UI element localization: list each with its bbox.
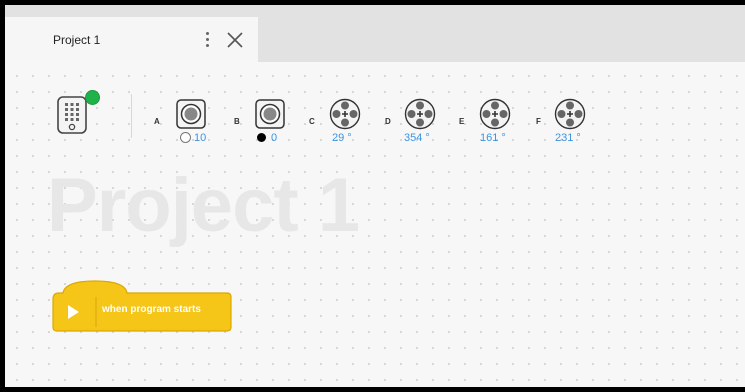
port-e-value: 161 °: [480, 132, 506, 144]
port-f-value: 231 °: [555, 132, 581, 144]
port-c-letter: C: [309, 117, 315, 126]
color-sensor-icon[interactable]: [255, 99, 285, 134]
hub-connected-indicator: [85, 90, 100, 105]
motor-icon[interactable]: [554, 98, 586, 135]
port-e-letter: E: [459, 117, 465, 126]
port-a-value: 10: [194, 132, 207, 144]
port-d-letter: D: [385, 117, 391, 126]
tab-label: Project 1: [53, 33, 101, 47]
port-d-value: 354 °: [404, 132, 430, 144]
block-label: when program starts: [102, 304, 201, 315]
color-indicator-black: [257, 133, 266, 142]
tab-bar: Project 1: [5, 5, 745, 62]
port-c-value: 29 °: [332, 132, 352, 144]
close-icon[interactable]: [225, 30, 245, 50]
motor-icon[interactable]: [479, 98, 511, 135]
divider: [131, 94, 132, 138]
project-watermark: Project 1: [47, 163, 360, 248]
color-indicator-empty: [180, 132, 191, 143]
port-a-letter: A: [154, 117, 160, 126]
when-program-starts-block[interactable]: when program starts: [51, 279, 233, 338]
motor-icon[interactable]: [329, 98, 361, 135]
app-window: Project 1 Project 1 A 10 B 0 C 29 ° D 35…: [5, 5, 745, 387]
project-tab[interactable]: Project 1: [5, 17, 258, 62]
port-b-value: 0: [271, 132, 278, 144]
coding-canvas[interactable]: Project 1 A 10 B 0 C 29 ° D 354 ° E 161 …: [5, 62, 745, 387]
port-b-letter: B: [234, 117, 240, 126]
port-f-letter: F: [536, 117, 541, 126]
motor-icon[interactable]: [404, 98, 436, 135]
hub-icon[interactable]: [57, 96, 87, 134]
more-vert-icon[interactable]: [204, 31, 212, 49]
color-sensor-icon[interactable]: [176, 99, 206, 134]
